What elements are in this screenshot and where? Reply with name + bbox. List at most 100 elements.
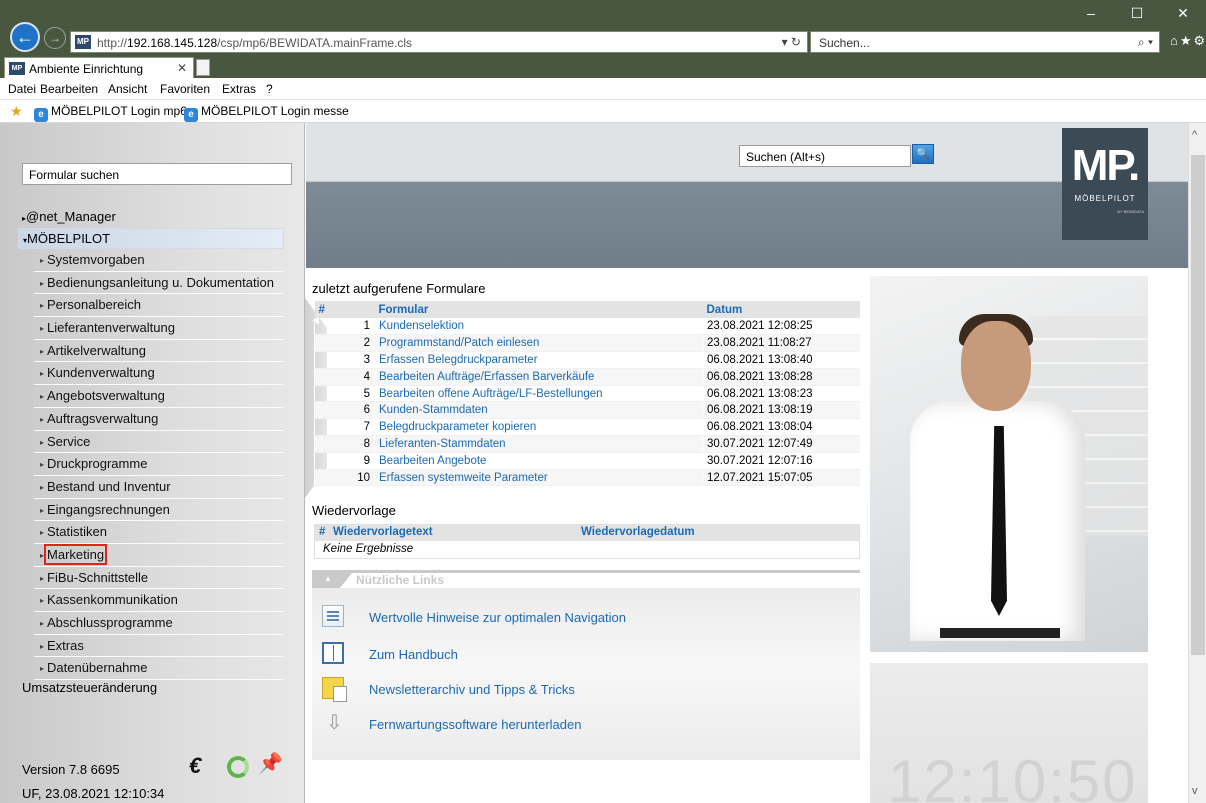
table-row[interactable]: 6 Kunden-Stammdaten 06.08.2021 13:08:19 [314,401,860,420]
sidebar-item[interactable]: ▸ Bestand und Inventur [34,476,284,499]
logo-sub: BY BEWIDATA [1117,209,1144,214]
table-row[interactable]: 1 Kundenselektion 23.08.2021 12:08:25 [314,318,860,336]
settings-gear-icon[interactable]: ⚙ [1194,33,1206,48]
menu-datei[interactable]: Datei [8,82,36,96]
row-form-link[interactable]: Programmstand/Patch einlesen [374,334,703,353]
row-form-link[interactable]: Kundenselektion [374,318,703,336]
favorite-login-messe[interactable]: e MÖBELPILOT Login messe [184,104,349,122]
sidebar-item-label: Systemvorgaben [47,252,145,267]
sidebar-item[interactable]: ▸ Angebotsverwaltung [34,385,284,408]
sidebar-item[interactable]: ▸ Lieferantenverwaltung [34,317,284,340]
sidebar-item[interactable]: ▸ Statistiken [34,521,284,544]
menu-favoriten[interactable]: Favoriten [160,82,210,96]
menu-help[interactable]: ? [266,82,273,96]
minimize-icon[interactable]: – [1068,0,1114,28]
row-form-link[interactable]: Erfassen systemweite Parameter [374,469,703,487]
scroll-down-icon[interactable]: v [1192,785,1198,797]
table-row[interactable]: 7 Belegdruckparameter kopieren 06.08.2021 … [314,418,860,437]
sidebar-item-label: Artikelverwaltung [47,342,147,358]
sidebar-item[interactable]: ▸ Artikelverwaltung [34,340,284,363]
sidebar-item[interactable]: ▸ Service [34,431,284,454]
row-form-link[interactable]: Bearbeiten Angebote [374,452,703,470]
table-row[interactable]: 9 Bearbeiten Angebote 30.07.2021 12:07:16 [314,452,860,470]
link-label[interactable]: Fernwartungssoftware herunterladen [369,717,581,732]
sidebar-item-label: Druckprogramme [47,456,148,472]
link-label[interactable]: Wertvolle Hinweise zur optimalen Navigat… [369,610,626,625]
tab-close-icon[interactable]: ✕ [177,61,187,75]
link-handbuch[interactable]: Zum Handbuch [312,642,852,668]
table-row[interactable]: 10 Erfassen systemweite Parameter 12.07.20… [314,469,860,487]
sidebar-item[interactable]: ▸ Kassenkommunikation [34,589,284,612]
row-form-link[interactable]: Bearbeiten Aufträge/Erfassen Barverkäufe [374,368,703,386]
form-search-input[interactable]: Formular suchen [22,163,292,185]
euro-icon[interactable]: € [189,753,201,779]
table-row[interactable]: 8 Lieferanten-Stammdaten 30.07.2021 12:07:… [314,435,860,453]
sidebar-item[interactable]: ▸ Abschlussprogramme [34,612,284,635]
sidebar-item[interactable]: ▸ Datenübernahme [34,657,284,681]
row-form-link[interactable]: Bearbeiten offene Aufträge/LF-Bestellung… [374,385,703,403]
sidebar-item[interactable]: ▸ Bedienungsanleitung u. Dokumentation [34,272,284,295]
new-tab-button[interactable] [196,59,210,76]
nav-net-manager[interactable]: ▸@net_Manager [22,209,116,224]
table-row[interactable]: 3 Erfassen Belegdruckparameter 06.08.2021 … [314,351,860,369]
menu-bearbeiten[interactable]: Bearbeiten [40,82,98,96]
expand-arrow-icon: ▸ [40,346,45,356]
sidebar-item[interactable]: ▸ Kundenverwaltung [34,362,284,386]
column-number: # [319,526,326,538]
refresh-icon[interactable]: ▾ ↻ [782,35,801,49]
menu-extras[interactable]: Extras [222,82,256,96]
link-fernwartung[interactable]: Fernwartungssoftware herunterladen [312,710,852,738]
row-date: 30.07.2021 12:07:49 [702,435,860,453]
search-button[interactable]: 🔍 [912,144,934,164]
home-icon[interactable]: ⌂ [1170,33,1180,48]
tab-ambiente-einrichtung[interactable]: MP Ambiente Einrichtung ✕ [4,57,194,78]
pin-icon[interactable]: 📌 [258,751,283,776]
back-button[interactable]: ← [10,22,40,52]
link-label[interactable]: Zum Handbuch [369,647,458,662]
sidebar-item[interactable]: ▸ FiBu-Schnittstelle [34,567,284,590]
close-window-icon[interactable]: ✕ [1160,0,1206,28]
nav-umsatzsteueraenderung[interactable]: Umsatzsteueränderung [22,680,157,695]
sidebar-item[interactable]: ▸ Personalbereich [34,294,284,318]
row-form-link[interactable]: Erfassen Belegdruckparameter [374,351,703,369]
maximize-icon[interactable]: ☐ [1114,0,1160,28]
favorites-star-icon[interactable]: ★ [10,103,23,120]
row-form-link[interactable]: Lieferanten-Stammdaten [374,435,703,453]
recent-forms-title: zuletzt aufgerufene Formulare [312,281,486,296]
link-label[interactable]: Newsletterarchiv und Tipps & Tricks [369,682,575,697]
nav-moebelpilot[interactable]: ▾MÖBELPILOT [18,228,284,249]
search-icon[interactable]: ⌕ ▾ [1138,35,1153,50]
sidebar-item[interactable]: ▸ Extras [34,635,284,658]
favorites-star-icon[interactable]: ★ [1180,33,1194,48]
sidebar-item[interactable]: ▸ Systemvorgaben [34,249,284,272]
forward-button[interactable]: → [44,27,66,49]
version-label: Version 7.8 6695 [22,762,120,777]
row-form-link[interactable]: Kunden-Stammdaten [374,401,703,420]
ie-page-icon: e [184,108,198,122]
collapse-up-icon[interactable]: ▲ [324,574,332,583]
scroll-up-icon[interactable]: ^ [1192,129,1197,141]
menu-ansicht[interactable]: Ansicht [108,82,147,96]
browser-search-input[interactable]: Suchen... ⌕ ▾ [810,31,1160,53]
vertical-scrollbar[interactable]: ^ v [1188,123,1206,803]
link-newsletter[interactable]: Newsletterarchiv und Tipps & Tricks [312,677,852,703]
links-toggle[interactable] [312,573,352,588]
table-row[interactable]: 4 Bearbeiten Aufträge/Erfassen Barverkäuf… [314,368,860,386]
address-bar[interactable]: MP http://192.168.145.128/csp/mp6/BEWIDA… [70,31,808,53]
favorites-bar: ★ e MÖBELPILOT Login mp6 e MÖBELPILOT Logi… [0,100,1206,123]
global-search-input[interactable]: Suchen (Alt+s) [739,145,911,167]
empty-result: Keine Ergebnisse [323,543,414,555]
favorite-login-mp6[interactable]: e MÖBELPILOT Login mp6 [34,104,187,122]
row-date: 06.08.2021 13:08:04 [702,418,860,437]
scrollbar-thumb[interactable] [1191,155,1205,655]
refresh-icon[interactable] [227,756,249,778]
sidebar-item[interactable]: ▸ Eingangsrechnungen [34,499,284,522]
sidebar-item[interactable]: ▸ Druckprogramme [34,453,284,476]
table-row[interactable]: 5 Bearbeiten offene Aufträge/LF-Bestellun… [314,385,860,403]
sidebar-item[interactable]: ▸ Marketing [34,543,284,567]
row-form-link[interactable]: Belegdruckparameter kopieren [374,418,703,437]
table-row[interactable]: 2 Programmstand/Patch einlesen 23.08.2021 … [314,334,860,353]
link-navigation-tips[interactable]: Wertvolle Hinweise zur optimalen Navigat… [312,605,852,631]
sidebar-item[interactable]: ▸ Auftragsverwaltung [34,408,284,431]
row-number: 7 [314,418,375,437]
